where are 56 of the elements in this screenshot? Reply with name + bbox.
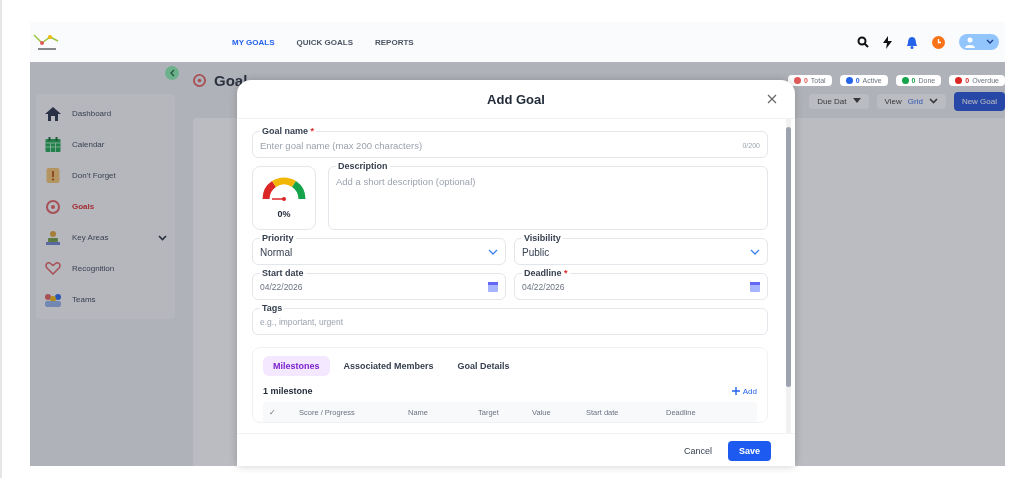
new-goal-button[interactable]: New Goal xyxy=(953,91,1005,111)
sidebar-item[interactable]: Dashboard xyxy=(36,98,175,129)
nav-link[interactable]: REPORTS xyxy=(375,37,414,47)
user-menu-button[interactable] xyxy=(959,34,999,50)
tags-field[interactable]: Tags e.g., important, urgent xyxy=(252,302,768,335)
chevron-down-icon xyxy=(928,98,938,104)
lightning-icon[interactable] xyxy=(883,35,892,49)
cancel-button[interactable]: Cancel xyxy=(677,442,718,460)
collapse-button[interactable] xyxy=(165,66,179,80)
house-icon xyxy=(44,106,62,121)
note-icon xyxy=(44,168,62,183)
plus-icon xyxy=(731,387,740,395)
view-dropdown[interactable]: View Grid xyxy=(876,93,946,109)
progress-reading: 0% xyxy=(277,209,291,219)
clock-icon[interactable] xyxy=(932,35,945,49)
description-field[interactable]: Description Add a short description (optional) xyxy=(328,160,768,230)
nav-link[interactable]: QUICK GOALS xyxy=(296,37,353,47)
milestone-count: 1 milestone xyxy=(263,386,313,396)
bell-icon[interactable] xyxy=(906,35,918,49)
team-icon xyxy=(44,292,62,307)
priority-dropdown[interactable]: Priority Normal xyxy=(252,232,506,265)
calendar-icon[interactable] xyxy=(488,282,498,292)
deadline-field[interactable]: Deadline * 04/22/2026 xyxy=(514,267,768,300)
chevron-down-icon xyxy=(986,39,994,45)
sidebar-item[interactable]: Goals xyxy=(36,191,175,222)
nav-link[interactable]: MY GOALS xyxy=(232,37,275,47)
search-icon[interactable] xyxy=(857,36,869,48)
chevron-left-icon xyxy=(169,69,175,77)
caret-icon xyxy=(852,98,861,104)
close-icon[interactable] xyxy=(767,94,777,104)
start-date-field[interactable]: Start date 04/22/2026 xyxy=(252,267,506,300)
sidebar-item[interactable]: Recognition xyxy=(36,253,175,284)
calendar-icon xyxy=(44,137,62,152)
target-icon xyxy=(193,73,206,87)
gauge-icon xyxy=(262,177,306,203)
tab[interactable]: Associated Members xyxy=(333,356,444,376)
visibility-dropdown[interactable]: Visibility Public xyxy=(514,232,768,265)
person-icon xyxy=(44,230,62,245)
chevron-down-icon xyxy=(750,249,760,255)
sidebar-item[interactable]: Don't Forget xyxy=(36,160,175,191)
calendar-icon[interactable] xyxy=(750,282,760,292)
tab[interactable]: Goal Details xyxy=(447,356,520,376)
chevron-down-icon xyxy=(488,249,498,255)
sidebar-item[interactable]: Calendar xyxy=(36,129,175,160)
save-button[interactable]: Save xyxy=(727,441,771,461)
sidebar-item[interactable]: Teams xyxy=(36,284,175,315)
user-icon xyxy=(964,36,976,48)
target-icon xyxy=(44,199,62,214)
add-link[interactable]: Add xyxy=(731,386,757,396)
sort-dropdown[interactable]: Due Dat xyxy=(809,93,869,109)
tab[interactable]: Milestones xyxy=(263,356,330,376)
chevron-down-icon[interactable] xyxy=(158,234,167,241)
scrollbar[interactable] xyxy=(786,119,791,433)
sidebar-item[interactable]: Key Areas xyxy=(36,222,175,253)
heart-icon xyxy=(44,262,62,275)
dialog-title: Add Goal xyxy=(487,91,545,107)
